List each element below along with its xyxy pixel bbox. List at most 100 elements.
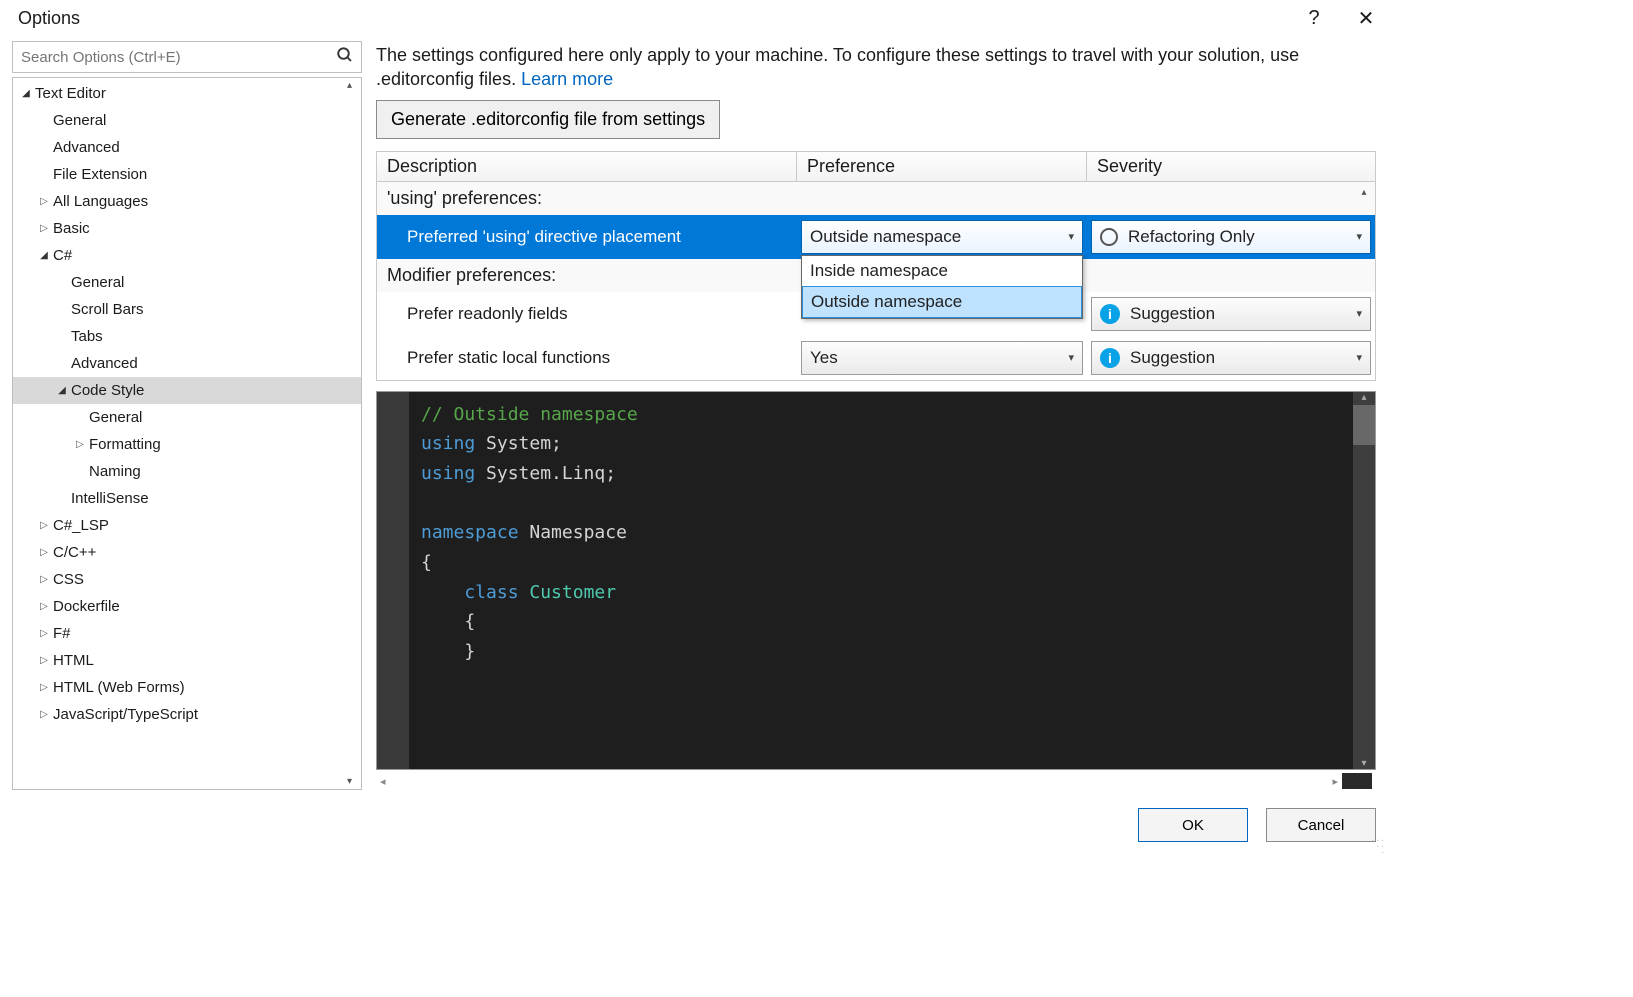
learn-more-link[interactable]: Learn more xyxy=(521,69,613,89)
tree-item-file-extension[interactable]: File Extension xyxy=(13,161,361,188)
tree-item-label: Basic xyxy=(51,220,90,237)
tree-item-tabs[interactable]: Tabs xyxy=(13,323,361,350)
expand-icon[interactable]: ▷ xyxy=(37,601,51,612)
row-static-local[interactable]: Prefer static local functions Yes ▾ i Su… xyxy=(377,336,1375,380)
collapse-icon[interactable]: ◢ xyxy=(37,250,51,261)
code-text: } xyxy=(421,641,475,662)
code-vscrollbar[interactable]: ▴ ▾ xyxy=(1353,392,1375,769)
tree-item-javascript-typescript[interactable]: ▷JavaScript/TypeScript xyxy=(13,701,361,728)
scroll-up-icon[interactable]: ▴ xyxy=(347,80,357,91)
tree-item-basic[interactable]: ▷Basic xyxy=(13,215,361,242)
tree-item-formatting[interactable]: ▷Formatting xyxy=(13,431,361,458)
dropdown-using-placement[interactable]: Inside namespace Outside namespace xyxy=(801,255,1083,319)
tree-item-general[interactable]: General xyxy=(13,107,361,134)
resize-grip-icon[interactable]: ∙∙∙ ∙∙ ∙ xyxy=(1372,838,1386,856)
expand-icon[interactable]: ▷ xyxy=(37,574,51,585)
tree-item-advanced[interactable]: Advanced xyxy=(13,350,361,377)
tree-item-text-editor[interactable]: ◢Text Editor xyxy=(13,80,361,107)
titlebar: Options ? ✕ xyxy=(0,0,1390,41)
tree-item-label: Dockerfile xyxy=(51,598,120,615)
tree-wrap: ▴ ▾ ◢Text Editor General Advanced File Exte… xyxy=(12,77,362,790)
combo-static-local-preference[interactable]: Yes ▾ xyxy=(801,341,1083,375)
generate-editorconfig-button[interactable]: Generate .editorconfig file from setting… xyxy=(376,100,720,139)
cancel-button[interactable]: Cancel xyxy=(1266,808,1376,842)
expand-icon[interactable]: ▷ xyxy=(37,520,51,531)
search-icon[interactable] xyxy=(336,46,354,69)
combo-readonly-severity[interactable]: i Suggestion ▾ xyxy=(1091,297,1371,331)
group-using-preferences: 'using' preferences: xyxy=(377,182,1375,215)
scroll-left-icon[interactable]: ◂ xyxy=(380,775,386,788)
col-header-description[interactable]: Description xyxy=(377,152,797,181)
code-keyword: class xyxy=(421,582,519,603)
expand-icon[interactable]: ▷ xyxy=(37,709,51,720)
content-area: ▴ ▾ ◢Text Editor General Advanced File Exte… xyxy=(0,41,1390,790)
tree-item-f-[interactable]: ▷F# xyxy=(13,620,361,647)
tree-item-label: Formatting xyxy=(87,436,161,453)
combo-using-placement-severity-value: Refactoring Only xyxy=(1128,227,1255,247)
info-text-body: The settings configured here only apply … xyxy=(376,45,1299,89)
chevron-down-icon: ▾ xyxy=(1068,351,1074,364)
combo-using-placement-severity[interactable]: Refactoring Only ▾ xyxy=(1091,220,1371,254)
dialog-footer: OK Cancel xyxy=(0,790,1390,860)
tree-item-html[interactable]: ▷HTML xyxy=(13,647,361,674)
code-text: { xyxy=(421,611,475,632)
col-header-preference[interactable]: Preference xyxy=(797,152,1087,181)
combo-static-local-severity[interactable]: i Suggestion ▾ xyxy=(1091,341,1371,375)
chevron-down-icon: ▾ xyxy=(1356,351,1362,364)
expand-icon[interactable]: ▷ xyxy=(37,628,51,639)
ok-button[interactable]: OK xyxy=(1138,808,1248,842)
expand-icon[interactable]: ▷ xyxy=(37,682,51,693)
code-text: System; xyxy=(475,433,562,454)
tree-item-label: C/C++ xyxy=(51,544,96,561)
expand-icon[interactable]: ▷ xyxy=(73,439,87,450)
code-area[interactable]: // Outside namespace using System; using… xyxy=(409,392,1353,769)
combo-using-placement-preference[interactable]: Outside namespace ▾ Inside namespace Out… xyxy=(801,220,1083,254)
grid-scroll-up-icon[interactable]: ▴ xyxy=(1355,184,1373,202)
collapse-icon[interactable]: ◢ xyxy=(19,88,33,99)
code-text: Namespace xyxy=(519,522,627,543)
col-header-severity[interactable]: Severity xyxy=(1087,152,1375,181)
tree-item-label: Naming xyxy=(87,463,141,480)
options-tree[interactable]: ▴ ▾ ◢Text Editor General Advanced File Exte… xyxy=(13,78,361,789)
tree-item-label: General xyxy=(51,112,106,129)
tree-item-html-web-forms-[interactable]: ▷HTML (Web Forms) xyxy=(13,674,361,701)
code-keyword: using xyxy=(421,433,475,454)
tree-item-general[interactable]: General xyxy=(13,269,361,296)
tree-item-label: HTML (Web Forms) xyxy=(51,679,185,696)
row-using-placement-desc: Preferred 'using' directive placement xyxy=(377,227,797,247)
tree-item-code-style[interactable]: ◢Code Style xyxy=(13,377,361,404)
tree-item-naming[interactable]: Naming xyxy=(13,458,361,485)
tree-item-advanced[interactable]: Advanced xyxy=(13,134,361,161)
tree-item-c-[interactable]: ◢C# xyxy=(13,242,361,269)
code-hscrollbar[interactable]: ◂ ▸ xyxy=(376,772,1376,790)
expand-icon[interactable]: ▷ xyxy=(37,196,51,207)
tree-item-label: Scroll Bars xyxy=(69,301,144,318)
grid-header: Description Preference Severity xyxy=(376,151,1376,182)
expand-icon[interactable]: ▷ xyxy=(37,223,51,234)
tree-item-dockerfile[interactable]: ▷Dockerfile xyxy=(13,593,361,620)
expand-icon[interactable]: ▷ xyxy=(37,547,51,558)
combo-using-placement-value: Outside namespace xyxy=(810,227,961,247)
tree-item-c-lsp[interactable]: ▷C#_LSP xyxy=(13,512,361,539)
scroll-right-icon[interactable]: ▸ xyxy=(1332,775,1338,788)
tree-item-c-c-[interactable]: ▷C/C++ xyxy=(13,539,361,566)
tree-item-scroll-bars[interactable]: Scroll Bars xyxy=(13,296,361,323)
dropdown-option-inside[interactable]: Inside namespace xyxy=(802,256,1082,286)
tree-item-intellisense[interactable]: IntelliSense xyxy=(13,485,361,512)
collapse-icon[interactable]: ◢ xyxy=(55,385,69,396)
tree-item-label: File Extension xyxy=(51,166,147,183)
tree-item-css[interactable]: ▷CSS xyxy=(13,566,361,593)
help-icon[interactable]: ? xyxy=(1302,7,1326,30)
code-text: System.Linq; xyxy=(475,463,616,484)
scrollbar-thumb[interactable] xyxy=(1353,405,1375,445)
expand-icon[interactable]: ▷ xyxy=(37,655,51,666)
close-icon[interactable]: ✕ xyxy=(1354,6,1378,31)
dropdown-option-outside[interactable]: Outside namespace xyxy=(802,286,1082,318)
scroll-down-icon[interactable]: ▾ xyxy=(347,776,357,787)
tree-item-all-languages[interactable]: ▷All Languages xyxy=(13,188,361,215)
tree-item-general[interactable]: General xyxy=(13,404,361,431)
search-input[interactable] xyxy=(12,41,362,73)
row-using-placement[interactable]: Preferred 'using' directive placement Ou… xyxy=(377,215,1375,259)
code-keyword: using xyxy=(421,463,475,484)
tree-item-label: HTML xyxy=(51,652,94,669)
